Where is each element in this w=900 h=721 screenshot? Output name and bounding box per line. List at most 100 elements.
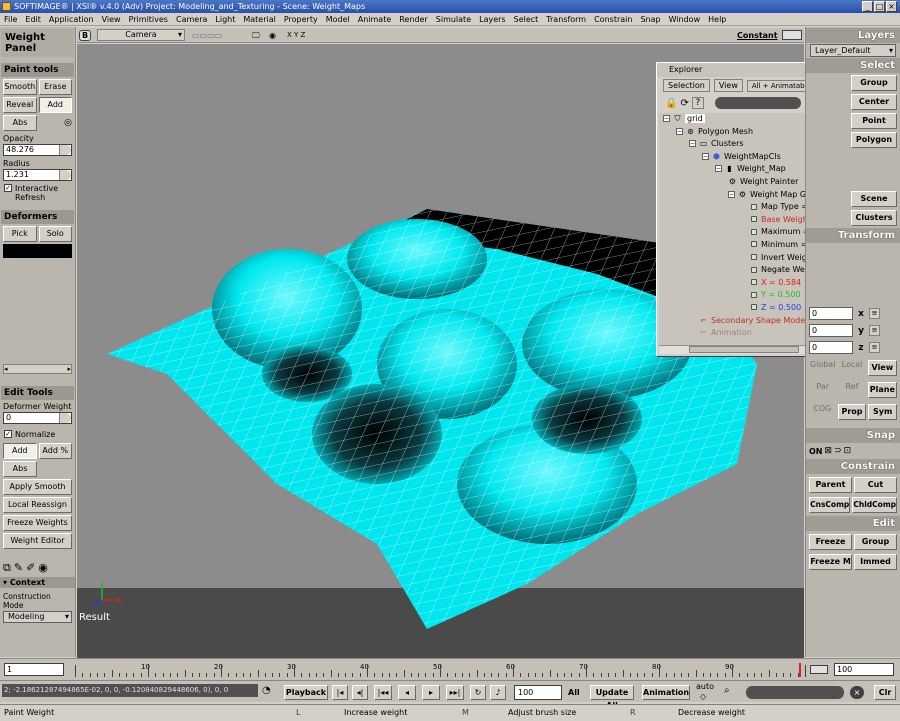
play-backward-icon[interactable]: ◂ xyxy=(398,685,416,700)
menu-model[interactable]: Model xyxy=(322,13,354,25)
y-axis-label[interactable]: y xyxy=(855,326,867,336)
clusters-button[interactable]: Clusters xyxy=(851,210,897,226)
view-ref-button[interactable]: View xyxy=(867,360,897,376)
key-icon[interactable]: ◇ xyxy=(700,692,706,701)
menu-transform[interactable]: Transform xyxy=(542,13,590,25)
smooth-button[interactable]: Smooth xyxy=(3,79,37,95)
group-button[interactable]: Group xyxy=(854,534,897,550)
fast-forward-icon[interactable]: ▸▸| xyxy=(446,685,464,700)
update-all-button[interactable]: Update All xyxy=(590,685,634,710)
snap-grid-icon[interactable]: ⊠ xyxy=(825,446,833,456)
add-percent-button[interactable]: Add % xyxy=(38,443,72,459)
minimize-button[interactable]: _ xyxy=(862,1,873,12)
lock-icon[interactable]: ≡ xyxy=(869,308,880,319)
menu-view[interactable]: View xyxy=(98,13,125,25)
radius-field[interactable]: 1.231 xyxy=(3,169,72,181)
cut-button[interactable]: Cut xyxy=(854,477,897,493)
animation-menu[interactable]: Animation xyxy=(642,685,690,700)
center-select-button[interactable]: Center xyxy=(851,94,897,110)
snap-header[interactable]: Snap xyxy=(806,428,900,443)
start-frame-field[interactable]: 1 xyxy=(4,663,64,676)
z-axis-label[interactable]: z xyxy=(855,343,867,353)
translate-x-field[interactable]: 0 xyxy=(809,307,853,320)
rewind-icon[interactable]: |◂◂ xyxy=(374,685,392,700)
abs-button[interactable]: Abs xyxy=(3,115,37,131)
render-tool-icon[interactable]: ◉ xyxy=(38,561,48,575)
lock-icon[interactable]: ≡ xyxy=(869,342,880,353)
construction-mode-dropdown[interactable]: Modeling ▾ xyxy=(3,611,72,623)
menu-primitives[interactable]: Primitives xyxy=(125,13,172,25)
clear-button[interactable]: Clr xyxy=(874,685,896,700)
parent-button[interactable]: Parent xyxy=(809,477,852,493)
deformer-list[interactable] xyxy=(3,244,72,258)
chldcomp-button[interactable]: ChldComp xyxy=(852,497,897,513)
refresh-icon[interactable]: ⟳ xyxy=(680,98,688,109)
select-arrow-area[interactable] xyxy=(809,75,849,226)
group-select-button[interactable]: Group xyxy=(851,75,897,91)
menu-property[interactable]: Property xyxy=(280,13,322,25)
play-icon[interactable]: ▸ xyxy=(422,685,440,700)
lock-icon[interactable]: 🔒 xyxy=(665,98,677,109)
prev-key-icon[interactable]: ◂| xyxy=(352,685,368,700)
timeline-ruler[interactable]: 10 20 30 40 50 60 70 80 90 xyxy=(75,663,806,677)
freeze-button[interactable]: Freeze xyxy=(809,534,852,550)
menu-application[interactable]: Application xyxy=(45,13,98,25)
local-reassign-button[interactable]: Local Reassign xyxy=(3,497,72,513)
freeze-m-button[interactable]: Freeze M xyxy=(809,554,852,570)
reveal-button[interactable]: Reveal xyxy=(3,97,37,113)
apply-smooth-button[interactable]: Apply Smooth xyxy=(3,479,72,495)
menu-render[interactable]: Render xyxy=(395,13,431,25)
menu-simulate[interactable]: Simulate xyxy=(432,13,475,25)
range-icon[interactable] xyxy=(810,665,828,674)
help-icon[interactable]: ? xyxy=(691,97,704,109)
loop-icon[interactable]: ↻ xyxy=(470,685,486,700)
menu-light[interactable]: Light xyxy=(211,13,239,25)
layers-header[interactable]: Layers xyxy=(806,28,900,43)
audio-icon[interactable]: ♪ xyxy=(490,685,506,700)
playback-menu[interactable]: Playback xyxy=(284,685,328,700)
camera-dropdown[interactable]: Camera ▾ xyxy=(97,29,185,41)
x-axis-label[interactable]: x xyxy=(855,309,867,319)
snap-on-toggle[interactable]: ON xyxy=(809,447,823,456)
add-button[interactable]: Add xyxy=(38,97,72,113)
axis-toggles[interactable]: X Y Z xyxy=(287,28,305,43)
collapse-icon[interactable]: − xyxy=(715,165,722,173)
weight-editor-button[interactable]: Weight Editor xyxy=(3,533,72,549)
current-frame-field[interactable]: 100 xyxy=(514,685,562,700)
ref-button[interactable]: Ref xyxy=(838,382,865,398)
scene-button[interactable]: Scene xyxy=(851,191,897,207)
auto-key-button[interactable]: auto xyxy=(696,682,714,691)
view-dropdown[interactable]: View xyxy=(713,79,743,92)
menu-layers[interactable]: Layers xyxy=(475,13,509,25)
first-frame-icon[interactable]: |◂ xyxy=(332,685,348,700)
shading-mode-dropdown[interactable]: Constant xyxy=(737,28,778,43)
collapse-icon[interactable]: − xyxy=(689,140,696,148)
collapse-icon[interactable]: − xyxy=(728,190,735,198)
collapse-icon[interactable]: − xyxy=(702,152,709,160)
select-header[interactable]: Select xyxy=(806,58,900,73)
context-header[interactable]: ▾ Context xyxy=(0,577,75,588)
menu-file[interactable]: File xyxy=(0,13,21,25)
viewport-maximize-icon[interactable] xyxy=(782,30,802,40)
menu-camera[interactable]: Camera xyxy=(172,13,211,25)
edit-header[interactable]: Edit xyxy=(806,516,900,531)
viewport-view-icons[interactable]: ▭▭▭▭ xyxy=(192,28,222,43)
freeze-weights-button[interactable]: Freeze Weights xyxy=(3,515,72,531)
key-field[interactable] xyxy=(746,686,844,699)
menu-help[interactable]: Help xyxy=(704,13,730,25)
collapse-icon[interactable]: − xyxy=(663,115,670,122)
search-input[interactable] xyxy=(714,97,801,109)
lock-icon[interactable]: ≡ xyxy=(869,325,880,336)
menu-animate[interactable]: Animate xyxy=(354,13,396,25)
local-button[interactable]: Local xyxy=(838,360,865,376)
menu-window[interactable]: Window xyxy=(665,13,705,25)
cog-button[interactable]: COG xyxy=(809,404,836,420)
translate-y-field[interactable]: 0 xyxy=(809,324,853,337)
snap-point-icon[interactable]: ⊡ xyxy=(844,446,852,456)
opacity-field[interactable]: 48.276 xyxy=(3,144,72,156)
immed-button[interactable]: Immed xyxy=(854,554,897,570)
script-icon[interactable]: ◔ xyxy=(262,685,271,696)
menu-select[interactable]: Select xyxy=(510,13,543,25)
abs-mode-button[interactable]: Abs xyxy=(3,461,37,477)
menu-edit[interactable]: Edit xyxy=(21,13,45,25)
